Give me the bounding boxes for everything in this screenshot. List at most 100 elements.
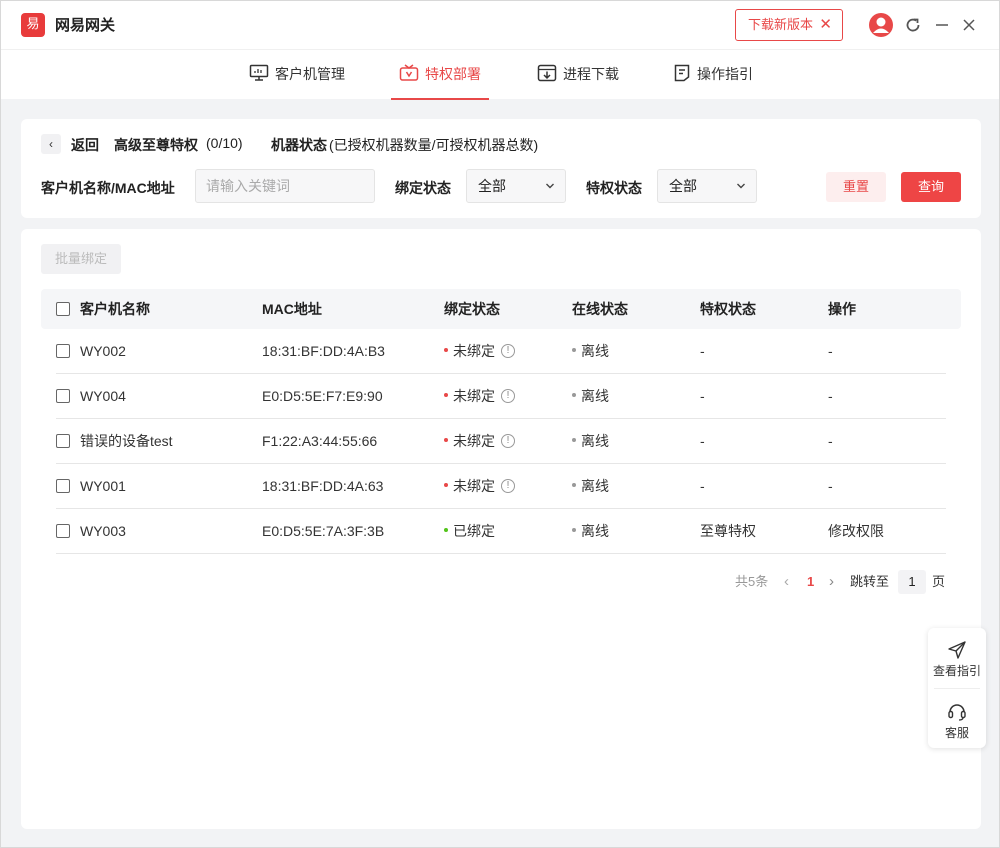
info-icon[interactable]: ! <box>501 389 515 404</box>
cell-bind-status: 未绑定! <box>444 464 515 508</box>
cell-action: - <box>828 433 833 449</box>
cell-privilege-status: - <box>700 343 705 359</box>
cell-client-name: 错误的设备test <box>80 433 173 449</box>
cell-client-name: WY002 <box>80 343 126 359</box>
select-all-checkbox[interactable] <box>56 302 70 316</box>
online-status-text: 离线 <box>581 388 609 404</box>
cell-action: - <box>828 388 833 404</box>
tab-operation-guide[interactable]: 操作指引 <box>673 50 753 100</box>
header-client-name: 客户机名称 <box>80 301 150 317</box>
row-checkbox[interactable] <box>56 344 70 358</box>
send-arrow-icon <box>948 641 966 659</box>
title-bar: 易 网易网关 下载新版本 ✕ <box>1 1 999 49</box>
cell-mac: 18:31:BF:DD:4A:B3 <box>262 343 385 359</box>
bind-status-value: 全部 <box>478 178 506 194</box>
row-checkbox[interactable] <box>56 434 70 448</box>
tier-title: 高级至尊特权 <box>114 137 198 153</box>
filter-panel: ‹ 返回 高级至尊特权 (0/10) 机器状态 (已授权机器数量/可授权机器总数… <box>21 119 981 218</box>
jump-to-label: 跳转至 <box>850 574 890 589</box>
row-checkbox[interactable] <box>56 389 70 403</box>
bind-status-label: 绑定状态 <box>395 180 451 196</box>
customer-service-button[interactable]: 客服 <box>928 688 986 748</box>
cell-online-status: 离线 <box>572 464 609 508</box>
bind-status-text: 已绑定 <box>453 523 495 539</box>
refresh-icon[interactable] <box>901 13 925 37</box>
batch-bind-button[interactable]: 批量绑定 <box>41 244 121 274</box>
cell-online-status: 离线 <box>572 419 609 463</box>
info-icon[interactable]: ! <box>501 344 515 359</box>
tab-process-download[interactable]: 进程下载 <box>537 50 619 100</box>
cell-privilege-status: 至尊特权 <box>700 523 756 539</box>
table-row: 错误的设备test F1:22:A3:44:55:66 未绑定! 离线 - - <box>56 419 946 464</box>
table-row: WY002 18:31:BF:DD:4A:B3 未绑定! 离线 - - <box>56 329 946 374</box>
minimize-icon[interactable] <box>930 13 954 37</box>
cell-privilege-status: - <box>700 433 705 449</box>
cell-bind-status: 已绑定 <box>444 509 495 553</box>
table-header: 客户机名称 MAC地址 绑定状态 在线状态 特权状态 操作 <box>41 289 961 329</box>
download-box-icon <box>537 65 557 82</box>
cell-action: - <box>828 343 833 359</box>
tab-client-management[interactable]: 客户机管理 <box>249 50 345 100</box>
prev-page-icon[interactable]: ‹ <box>784 571 789 593</box>
privilege-status-value: 全部 <box>669 178 697 194</box>
cell-bind-status: 未绑定! <box>444 374 515 418</box>
row-checkbox[interactable] <box>56 524 70 538</box>
cell-mac: 18:31:BF:DD:4A:63 <box>262 478 384 494</box>
view-guide-button[interactable]: 查看指引 <box>928 628 986 688</box>
header-online-status: 在线状态 <box>572 301 628 317</box>
unbound-dot-icon <box>444 393 448 398</box>
modify-permission-link[interactable]: 修改权限 <box>828 509 884 553</box>
current-page[interactable]: 1 <box>807 571 814 593</box>
query-button[interactable]: 查询 <box>901 172 961 202</box>
reset-button[interactable]: 重置 <box>826 172 886 202</box>
next-page-icon[interactable]: › <box>829 571 834 593</box>
bind-status-text: 未绑定 <box>453 478 495 494</box>
offline-dot-icon <box>572 348 576 353</box>
cell-client-name: WY004 <box>80 388 126 404</box>
app-window: 易 网易网关 下载新版本 ✕ 客户机管理 特权部署 进程下载 操作指引 ‹ 返回… <box>0 0 1000 848</box>
tab-label: 客户机管理 <box>275 66 345 82</box>
online-status-text: 离线 <box>581 433 609 449</box>
main-nav: 客户机管理 特权部署 进程下载 操作指引 <box>1 49 999 100</box>
tab-privilege-deploy[interactable]: 特权部署 <box>391 50 489 100</box>
tab-label: 特权部署 <box>425 66 481 82</box>
privilege-status-select[interactable]: 全部 <box>657 169 757 203</box>
offline-dot-icon <box>572 483 576 488</box>
cell-bind-status: 未绑定! <box>444 329 515 373</box>
headset-icon <box>948 704 966 721</box>
bind-status-select[interactable]: 全部 <box>466 169 566 203</box>
close-window-icon[interactable] <box>957 13 981 37</box>
table-row: WY004 E0:D5:5E:F7:E9:90 未绑定! 离线 - - <box>56 374 946 419</box>
jump-page-input[interactable]: 1 <box>898 570 926 594</box>
info-icon[interactable]: ! <box>501 434 515 449</box>
cell-bind-status: 未绑定! <box>444 419 515 463</box>
back-link[interactable]: 返回 <box>71 135 99 155</box>
keyword-search-input[interactable]: 请输入关键词 <box>195 169 375 203</box>
bound-dot-icon <box>444 528 448 533</box>
row-checkbox[interactable] <box>56 479 70 493</box>
close-banner-icon[interactable]: ✕ <box>819 10 832 40</box>
cell-action: - <box>828 478 833 494</box>
tier-count: (0/10) <box>206 135 243 151</box>
unbound-dot-icon <box>444 483 448 488</box>
cell-online-status: 离线 <box>572 374 609 418</box>
chevron-down-icon <box>736 170 746 202</box>
download-new-version-button[interactable]: 下载新版本 ✕ <box>735 9 843 41</box>
app-title: 网易网关 <box>55 16 116 34</box>
user-avatar-icon[interactable] <box>868 12 894 38</box>
back-arrow-icon[interactable]: ‹ <box>41 134 61 154</box>
info-icon[interactable]: ! <box>501 479 515 494</box>
app-logo-icon: 易 <box>21 13 45 37</box>
bind-status-text: 未绑定 <box>453 343 495 359</box>
page-unit-label: 页 <box>932 574 946 589</box>
cell-client-name: WY001 <box>80 478 126 494</box>
offline-dot-icon <box>572 393 576 398</box>
cell-online-status: 离线 <box>572 509 609 553</box>
bind-status-text: 未绑定 <box>453 388 495 404</box>
offline-dot-icon <box>572 438 576 443</box>
privilege-status-label: 特权状态 <box>586 180 642 196</box>
bind-status-text: 未绑定 <box>453 433 495 449</box>
cell-mac: F1:22:A3:44:55:66 <box>262 433 378 449</box>
unbound-dot-icon <box>444 438 448 443</box>
floating-help-panel: 查看指引 客服 <box>928 628 986 748</box>
